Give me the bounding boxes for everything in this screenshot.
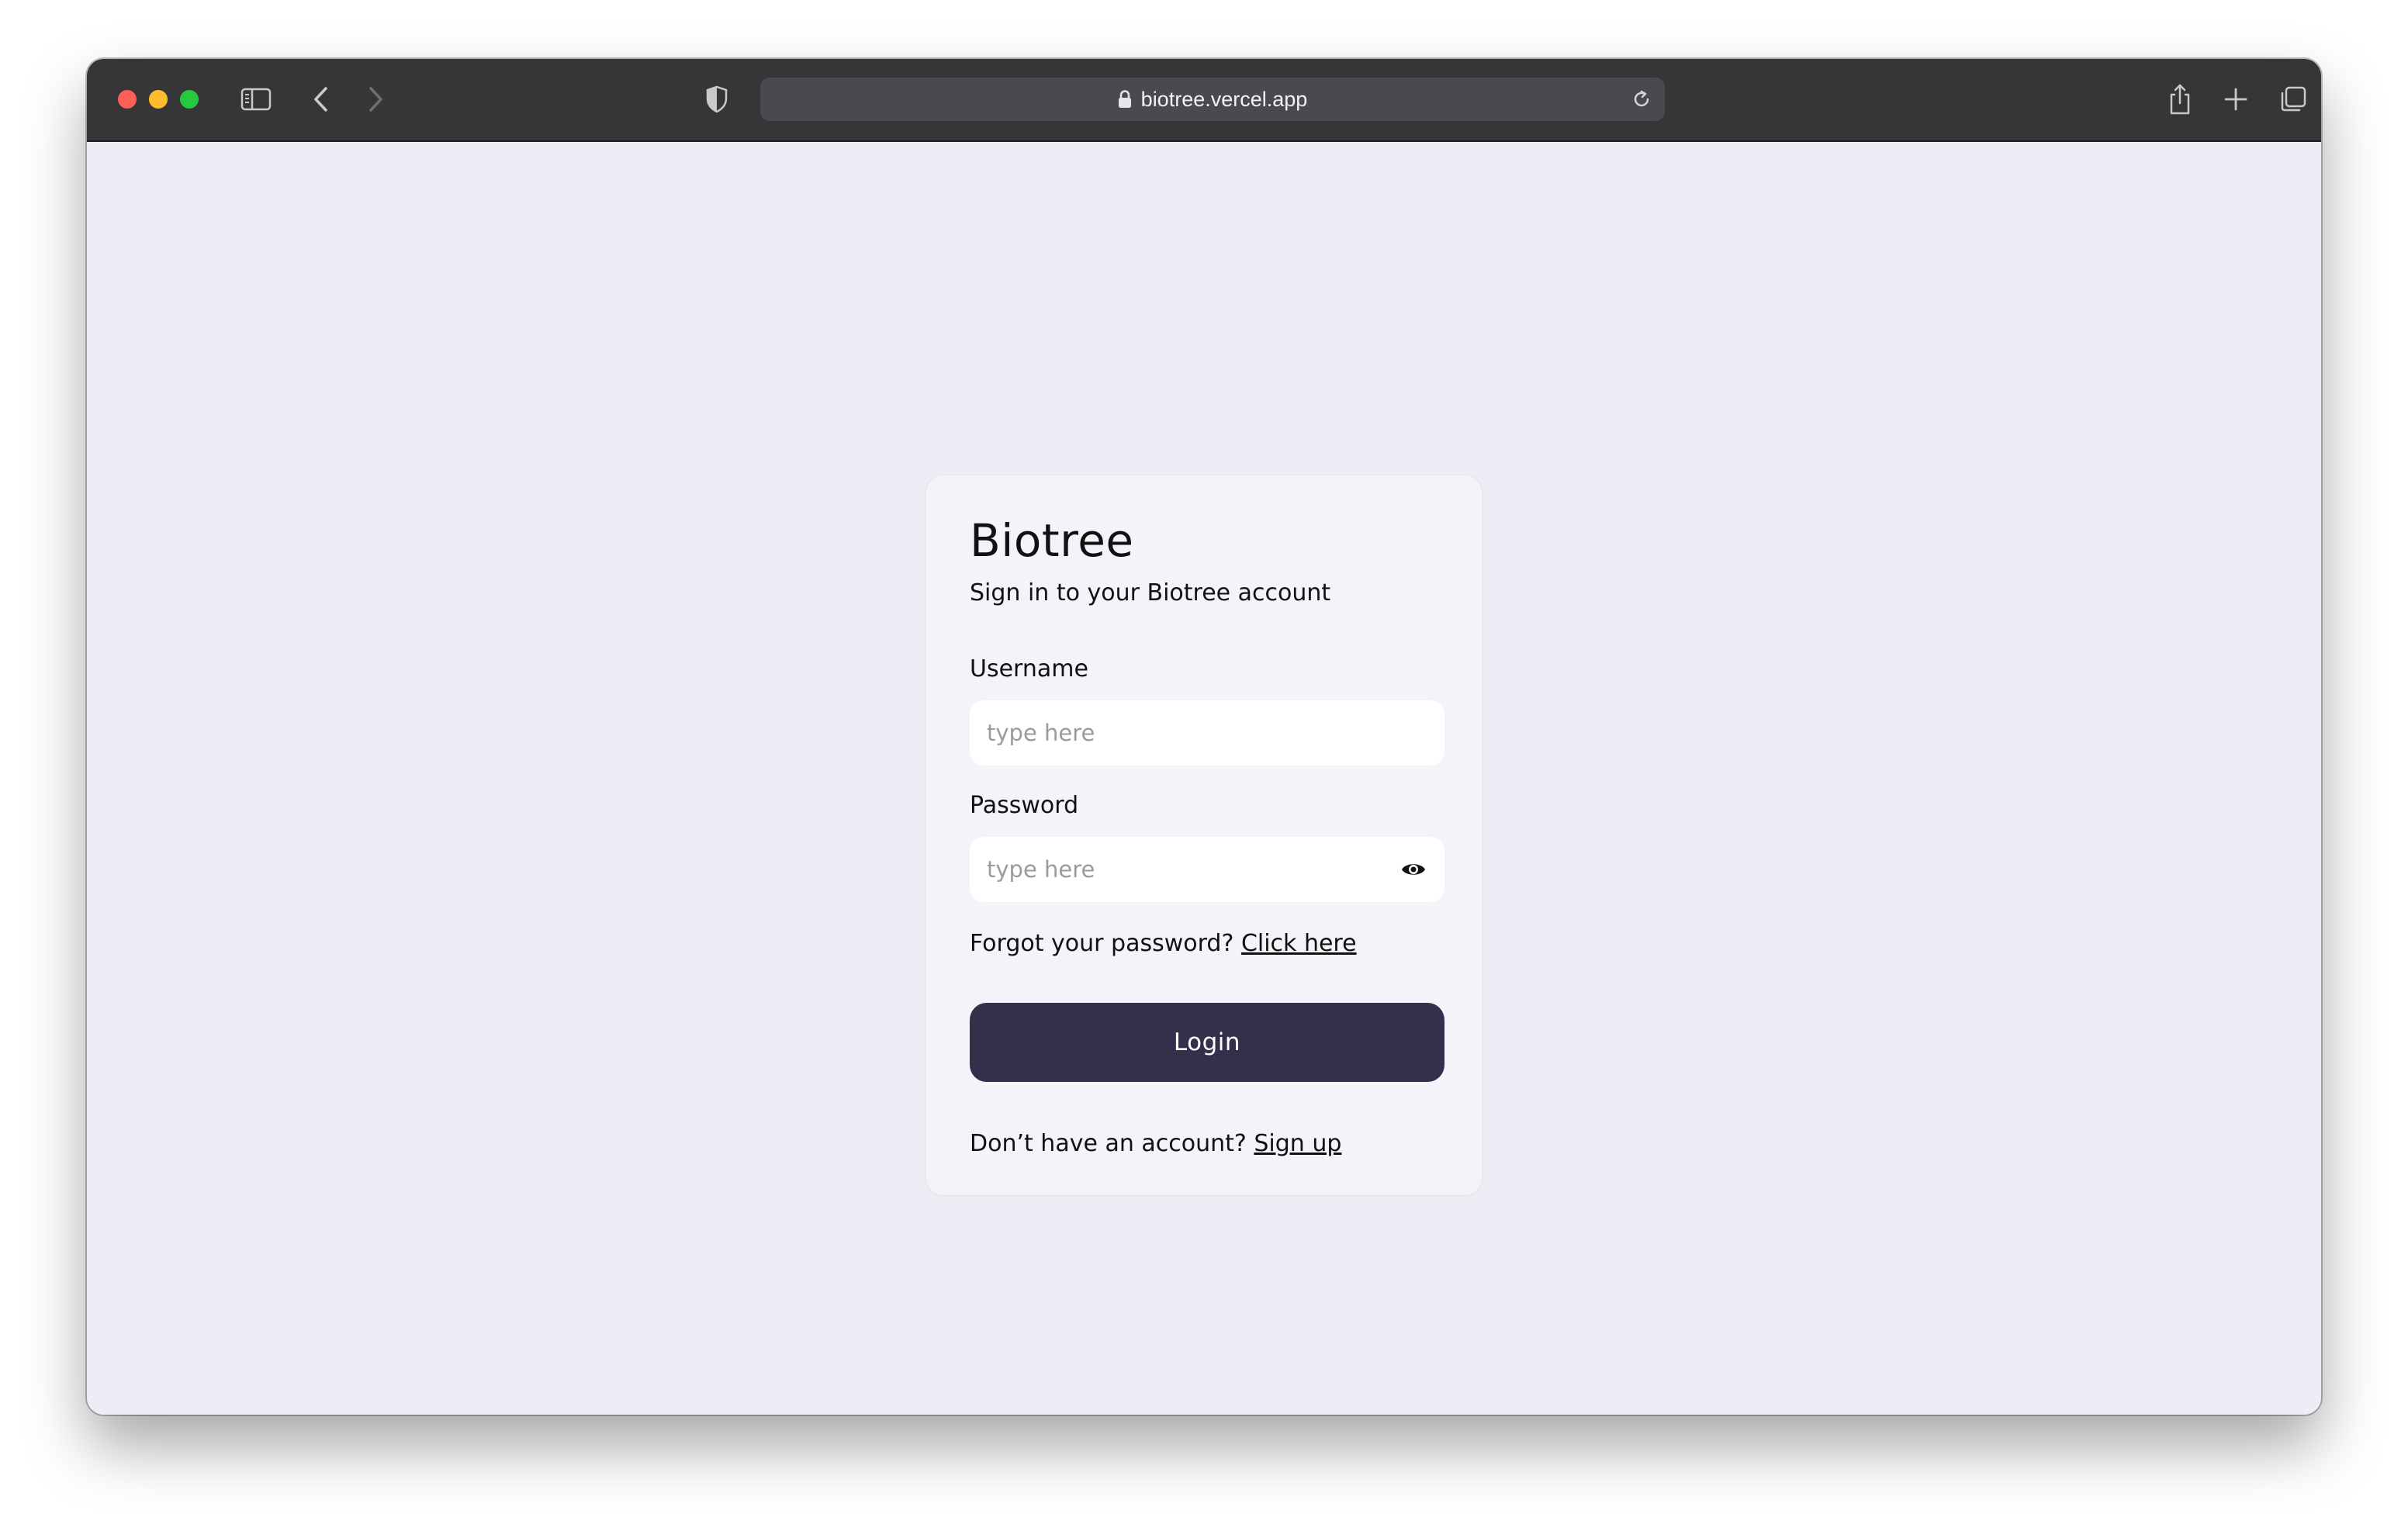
url-text: biotree.vercel.app (1140, 87, 1308, 111)
password-input[interactable] (970, 837, 1389, 902)
maximize-window-button[interactable] (180, 90, 199, 109)
login-subtitle: Sign in to your Biotree account (970, 579, 1331, 607)
username-label: Username (970, 655, 1088, 683)
login-button[interactable]: Login (970, 1003, 1444, 1082)
plus-icon (2224, 88, 2247, 111)
username-input[interactable] (970, 700, 1444, 766)
signup-row: Don’t have an account? Sign up (970, 1130, 1341, 1157)
back-button[interactable] (304, 82, 338, 116)
share-button[interactable] (2163, 81, 2197, 118)
address-display: biotree.vercel.app (760, 78, 1665, 121)
signup-text: Don’t have an account? (970, 1130, 1247, 1157)
forgot-password-text: Forgot your password? (970, 930, 1234, 957)
privacy-report-button[interactable] (700, 82, 734, 116)
brand-title: Biotree (970, 514, 1134, 567)
reload-button[interactable] (1629, 87, 1654, 112)
login-card: Biotree Sign in to your Biotree account … (925, 474, 1483, 1197)
signup-link[interactable]: Sign up (1254, 1130, 1341, 1157)
forgot-password-link[interactable]: Click here (1241, 930, 1357, 957)
forward-button[interactable] (358, 82, 393, 116)
browser-window: biotree.vercel.app Biotree Sign in to yo… (87, 59, 2321, 1415)
forgot-password-row: Forgot your password? Click here (970, 930, 1357, 957)
chevron-right-icon (369, 87, 382, 112)
minimize-window-button[interactable] (149, 90, 168, 109)
eye-icon (1402, 864, 1425, 875)
tabs-icon (2281, 86, 2306, 112)
lock-icon (1118, 90, 1132, 109)
tab-overview-button[interactable] (2276, 82, 2310, 116)
browser-toolbar: biotree.vercel.app (87, 59, 2321, 142)
sidebar-toggle-button[interactable] (239, 82, 273, 116)
chevron-left-icon (314, 87, 327, 112)
shield-icon (706, 85, 728, 113)
sidebar-icon (240, 88, 272, 111)
share-icon (2170, 84, 2190, 115)
password-label: Password (970, 792, 1079, 819)
address-bar[interactable]: biotree.vercel.app (760, 78, 1665, 121)
password-field (970, 837, 1444, 902)
reload-icon (1634, 90, 1649, 107)
close-window-button[interactable] (118, 90, 137, 109)
page-content: Biotree Sign in to your Biotree account … (87, 142, 2321, 1415)
new-tab-button[interactable] (2219, 82, 2253, 116)
toggle-password-visibility-button[interactable] (1399, 855, 1427, 883)
